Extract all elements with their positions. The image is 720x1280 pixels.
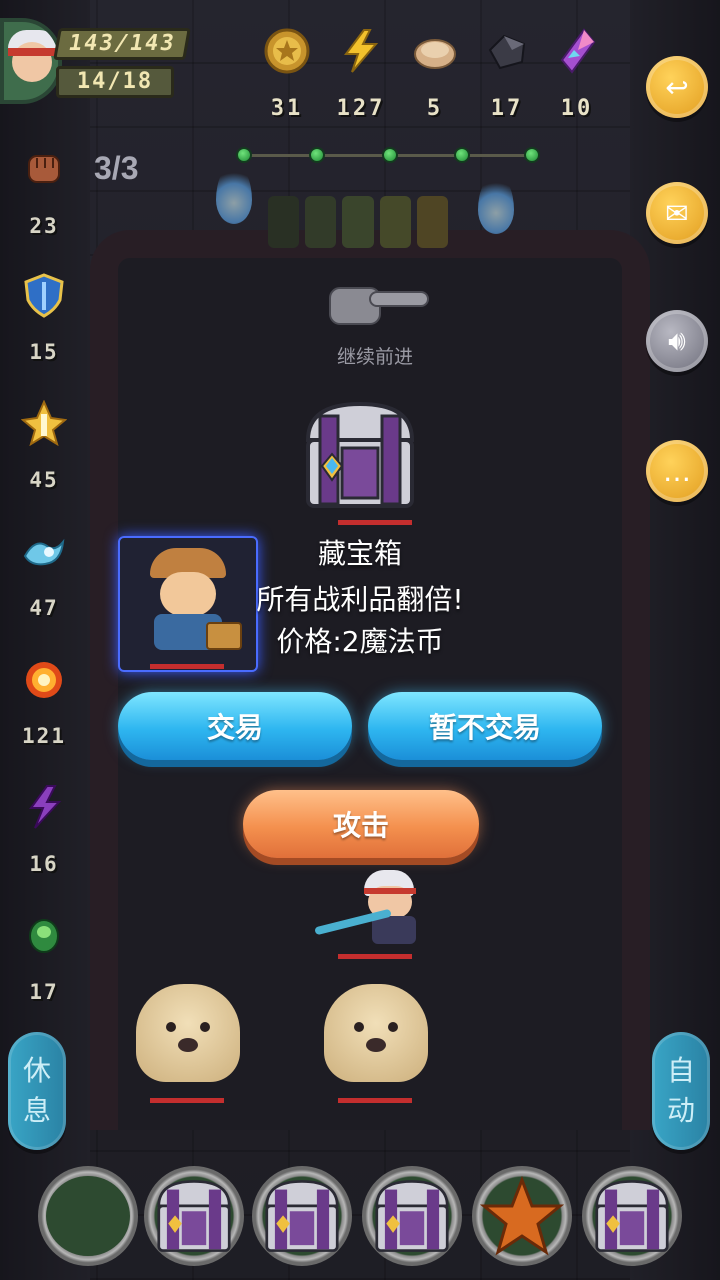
holy-light-icon [20,399,68,447]
skill-fist[interactable]: 23 [18,146,70,238]
dialog-description: 所有战利品翻倍! [256,583,464,616]
gold-count: 31 [270,96,304,121]
hp-display: 143/143 [53,28,191,60]
energy-count: 127 [336,96,386,121]
skill-value: 45 [29,468,59,492]
lightning-icon [344,29,379,73]
stage-dot [236,147,252,163]
mail-button[interactable]: ✉ [646,182,708,244]
treasure-chest-icon [375,1180,449,1252]
fire-ring-icon [26,662,62,698]
dog-hp-bar [338,1098,412,1103]
skill-shield[interactable]: 15 [18,272,70,364]
stage-counter: 3/3 [94,150,139,186]
sound-button[interactable]: 🔊︎ [646,310,708,372]
resource-crystal: 10 [542,28,612,121]
inventory-slot[interactable] [472,1166,572,1266]
inventory-slot[interactable] [144,1166,244,1266]
chat-button[interactable]: … [646,440,708,502]
attack-button[interactable]: 攻击 [243,790,479,858]
envelope-icon: ✉ [665,196,689,230]
resource-ore: 17 [472,28,542,121]
dialog-price: 价格:2魔法币 [276,625,444,658]
skill-value: 16 [29,852,59,876]
continue-label: 继续前进 [336,346,413,368]
poison-claw-icon [29,919,59,953]
resource-bread: 5 [400,28,470,121]
gold-coin-icon [264,28,310,74]
return-arrow-icon: ↩ [665,70,689,104]
stage-dot [309,147,325,163]
crystal-count: 10 [560,96,594,121]
chest-hp-bar [338,520,412,525]
skill-holy[interactable]: 45 [18,399,70,492]
skill-poison[interactable]: 17 [18,912,70,1004]
auto-button[interactable]: 自动 [652,1032,710,1150]
ore-count: 17 [490,96,524,121]
stage-dot [382,147,398,163]
skill-value: 121 [22,724,66,748]
mp-display: 14/18 [56,66,174,98]
trade-button[interactable]: 交易 [118,692,352,760]
treasure-chest-icon [305,401,415,508]
treasure-chest-icon [157,1180,231,1252]
fist-icon [28,155,60,183]
treasure-chest-icon [265,1180,339,1252]
stage-dot [524,147,540,163]
shadow-bolt-icon [29,785,62,829]
skill-value: 17 [29,980,59,1004]
skill-value: 23 [29,214,59,238]
player-hp-bar [338,954,412,959]
star-icon [480,1176,564,1256]
decline-button[interactable]: 暂不交易 [368,692,602,760]
continue-hint[interactable]: 继续前进 [300,278,450,369]
dog-enemy-unit[interactable] [128,976,246,1086]
skill-fire[interactable]: 121 [18,656,70,748]
iron-ore-icon [488,34,526,70]
treasure-chest-icon [595,1180,669,1252]
back-button[interactable]: ↩ [646,56,708,118]
inventory-slot-empty[interactable] [38,1166,138,1266]
dog-hp-bar [150,1098,224,1103]
rest-button[interactable]: 休息 [8,1032,66,1150]
stage-dot [454,147,470,163]
merchant-hp-bar [150,664,224,669]
chat-bubble-icon: … [663,454,691,488]
inventory-slot[interactable] [362,1166,462,1266]
inventory-slot[interactable] [582,1166,682,1266]
dog-enemy-unit[interactable] [316,976,434,1086]
dialog-title: 藏宝箱 [317,537,402,570]
player-hero-unit[interactable] [312,866,434,952]
bread-count: 5 [426,96,444,121]
skill-shadow[interactable]: 16 [18,784,70,876]
pointing-hand-icon [329,287,429,325]
resource-gold: 31 [252,28,322,121]
purple-crystal-icon [560,28,596,74]
inventory-slot[interactable] [252,1166,352,1266]
speaker-icon: 🔊︎ [668,324,686,357]
bread-icon [414,39,456,69]
resource-energy: 127 [326,28,396,121]
shield-icon [24,273,64,318]
skill-value: 15 [29,340,59,364]
